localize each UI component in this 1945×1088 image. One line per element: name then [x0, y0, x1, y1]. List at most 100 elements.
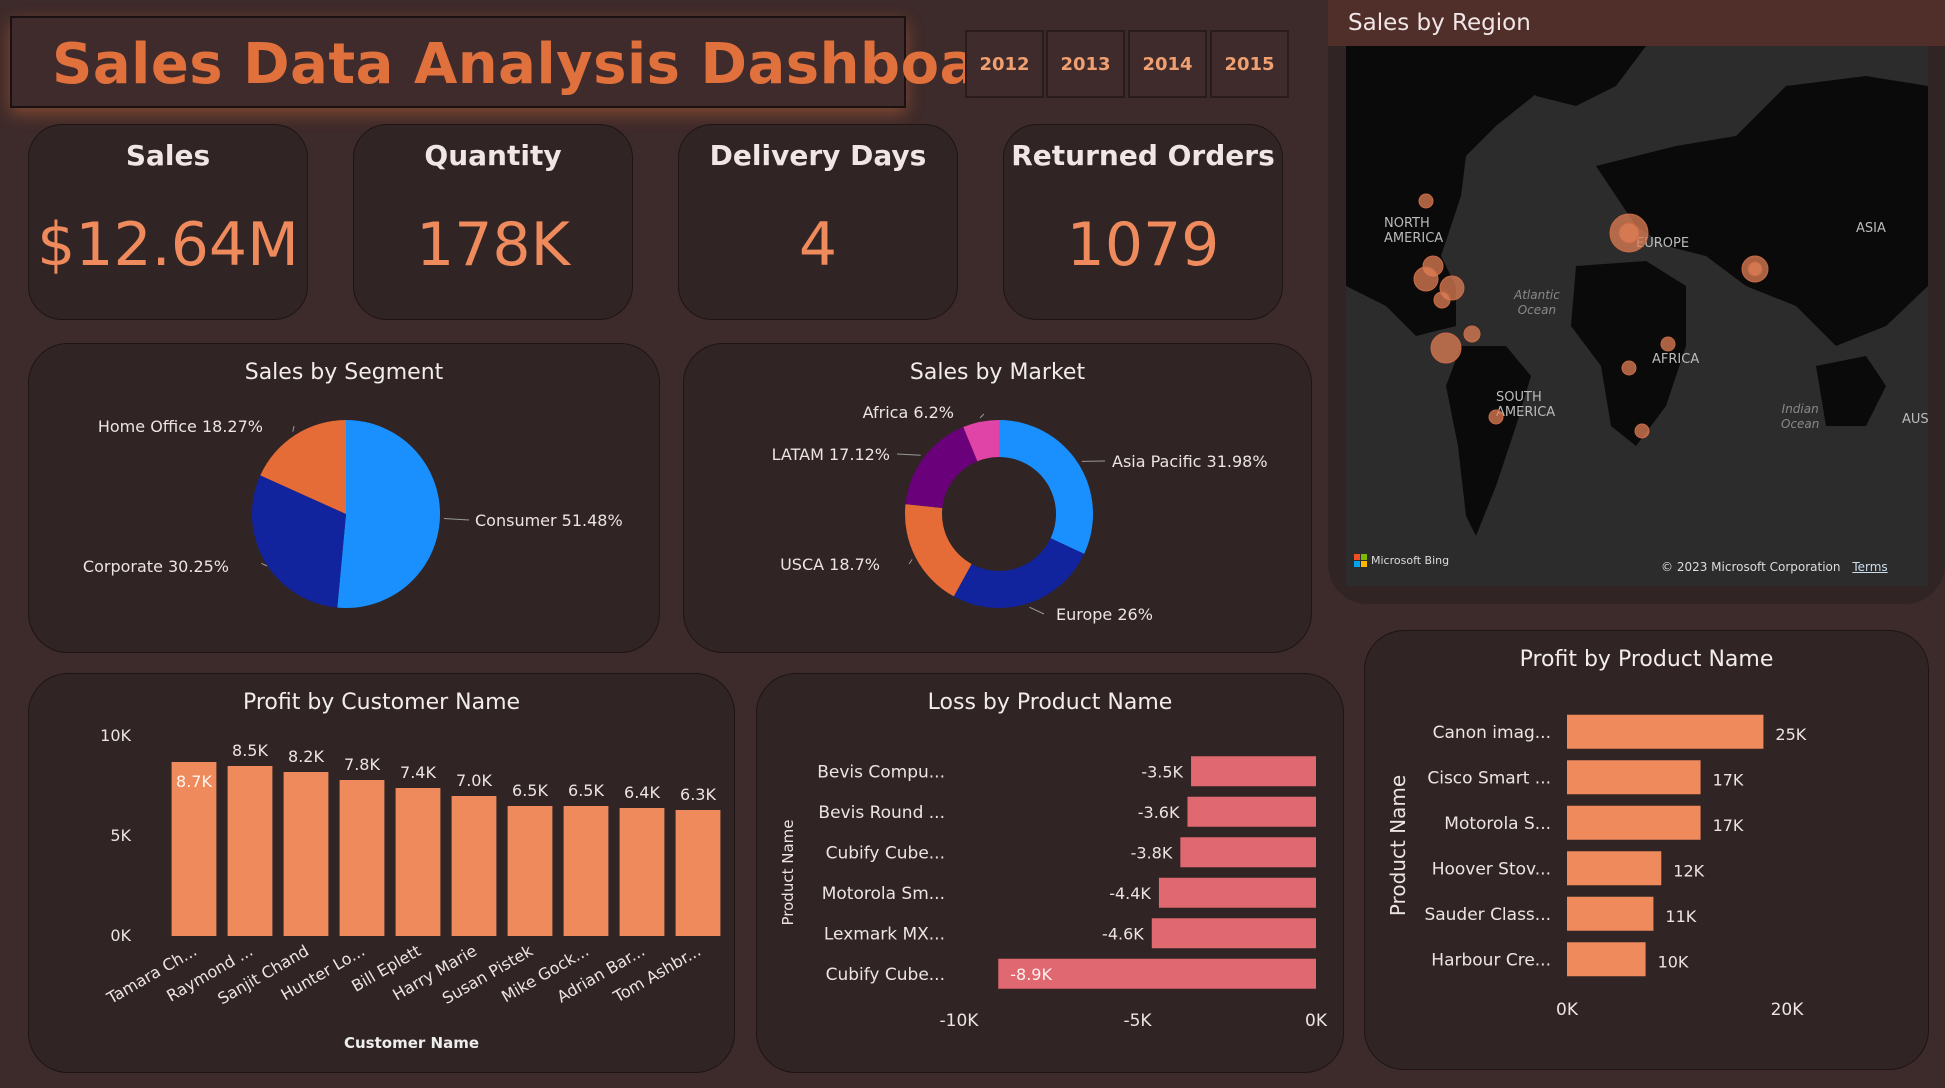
data-label: 25K: [1775, 725, 1806, 744]
customer-profit-bar-chart: 0K5K10K8.7KTamara Ch...8.5KRaymond ...8.…: [100, 726, 721, 1008]
year-button-2012[interactable]: 2012: [965, 30, 1044, 98]
map-copyright: © 2023 Microsoft Corporation Terms: [1661, 560, 1888, 574]
bing-brand: Microsoft Bing: [1354, 554, 1449, 567]
pie-slice: [905, 427, 978, 508]
y-tick-label: 10K: [100, 726, 131, 745]
data-label: 8.7K: [176, 772, 212, 791]
leader-line: [443, 518, 470, 521]
x-tick-label: 20K: [1771, 1000, 1805, 1020]
leader-line: [261, 562, 268, 567]
year-button-2014[interactable]: 2014: [1128, 30, 1207, 98]
kpi-label: Returned Orders: [1011, 139, 1275, 172]
bar: [619, 808, 665, 936]
copyright-text: © 2023 Microsoft Corporation: [1661, 560, 1841, 574]
bar: [395, 788, 441, 936]
terms-link[interactable]: Terms: [1852, 560, 1887, 574]
y-axis-label: Product Name: [779, 820, 797, 926]
data-label: -3.8K: [1131, 843, 1173, 862]
y-tick-label: Sauder Class...: [1424, 905, 1551, 925]
loss-product-card: Loss by Product Name Bevis Compu... -3.5K…: [756, 673, 1344, 1073]
data-label: -3.6K: [1138, 803, 1180, 822]
y-tick-label: 0K: [110, 926, 131, 945]
loss-product-bar-chart: Bevis Compu... -3.5K Bevis Round ... -3.6K C…: [779, 756, 1328, 1031]
leader-line: [1029, 606, 1045, 615]
y-tick-label: Hoover Stov...: [1432, 859, 1551, 879]
slice-label: LATAM 17.12%: [772, 445, 890, 464]
segment-pie-chart: Consumer 51.48% Corporate 30.25% Home Offi…: [83, 417, 623, 608]
y-tick-label: Cisco Smart ...: [1427, 768, 1551, 788]
y-axis-label: Product Name: [1386, 775, 1410, 916]
leader-line: [908, 559, 913, 565]
bar: [227, 766, 273, 936]
bar: [563, 806, 609, 936]
data-label: 6.5K: [512, 781, 548, 800]
world-map[interactable]: NORTH AMERICA EUROPE ASIA AFRICA SOUTH A…: [1346, 46, 1929, 586]
data-label: 7.8K: [344, 755, 380, 774]
bar: [1151, 918, 1316, 949]
market-chart-card: Sales by Market Asia Pacific 31.98% Europ…: [683, 343, 1312, 653]
pie-slice: [337, 420, 441, 608]
slice-label: Home Office 18.27%: [98, 417, 263, 436]
y-tick-label: Bevis Compu...: [817, 762, 945, 782]
kpi-card-sales: Sales $12.64M: [28, 124, 308, 320]
map-bubbles: [1413, 193, 1769, 439]
bar: [675, 810, 721, 936]
slice-label: Europe 26%: [1056, 605, 1153, 624]
map-bubble: [1413, 266, 1439, 292]
bar: [1158, 877, 1316, 908]
x-tick-label: -10K: [940, 1011, 980, 1031]
kpi-value: $12.64M: [37, 210, 299, 280]
data-label: -4.4K: [1109, 884, 1151, 903]
map-bubble: [1488, 409, 1504, 425]
year-button-2015[interactable]: 2015: [1210, 30, 1289, 98]
map-bubble: [1747, 261, 1763, 277]
bar: [283, 772, 329, 936]
pie-slice: [999, 420, 1093, 554]
bar: [1567, 714, 1764, 749]
data-label: 7.0K: [456, 771, 492, 790]
bar: [1567, 805, 1701, 840]
data-label: 17K: [1713, 816, 1744, 835]
kpi-value: 178K: [416, 210, 570, 280]
y-tick-label: Lexmark MX...: [824, 924, 945, 944]
data-label: 6.4K: [624, 783, 660, 802]
year-button-2013[interactable]: 2013: [1046, 30, 1125, 98]
slice-label: Africa 6.2%: [863, 403, 954, 422]
chart-title: Sales by Region: [1348, 10, 1531, 36]
bar: [1567, 942, 1646, 977]
x-axis-label: Customer Name: [344, 1034, 479, 1052]
y-tick-label: Canon imag...: [1433, 723, 1551, 743]
profit-product-card: Profit by Product Name Canon imag... 25K C…: [1364, 630, 1929, 1070]
pie-slice: [953, 538, 1085, 608]
data-label: 12K: [1673, 861, 1704, 880]
map-bubble: [1418, 193, 1434, 209]
data-label: -8.9K: [1010, 965, 1052, 984]
kpi-value: 1079: [1066, 210, 1220, 280]
bar: [1191, 756, 1316, 787]
y-tick-label: Harbour Cre...: [1431, 950, 1551, 970]
kpi-value: 4: [798, 210, 838, 280]
bar: [1180, 837, 1316, 868]
data-label: 11K: [1665, 907, 1696, 926]
leader-line: [979, 413, 985, 419]
bar: [1567, 760, 1701, 795]
y-tick-label: Motorola S...: [1444, 814, 1551, 834]
bar: [507, 806, 553, 936]
bar: [339, 780, 385, 936]
x-tick-label: 0K: [1556, 1000, 1579, 1020]
bar: [1567, 851, 1662, 886]
kpi-card-returned-orders: Returned Orders 1079: [1003, 124, 1283, 320]
microsoft-logo-icon: [1354, 554, 1367, 567]
y-tick-label: Cubify Cube...: [826, 965, 945, 985]
data-label: -4.6K: [1102, 924, 1144, 943]
leader-line: [896, 453, 921, 456]
x-tick-label: -5K: [1123, 1011, 1152, 1031]
y-tick-label: 5K: [110, 826, 131, 845]
bar: [1567, 896, 1654, 931]
map-bubble: [1618, 222, 1640, 244]
kpi-label: Quantity: [424, 139, 562, 172]
y-tick-label: Cubify Cube...: [826, 843, 945, 863]
y-tick-label: Motorola Sm...: [822, 884, 945, 904]
y-tick-label: Bevis Round ...: [818, 803, 945, 823]
leader-line: [292, 425, 295, 432]
